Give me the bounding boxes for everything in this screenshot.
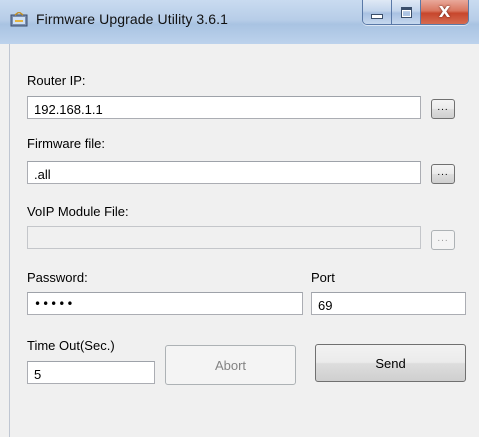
- window-title: Firmware Upgrade Utility 3.6.1: [36, 11, 229, 27]
- minimize-icon: [371, 13, 383, 19]
- password-value: •••••: [34, 297, 75, 311]
- title-bar[interactable]: Firmware Upgrade Utility 3.6.1 X: [0, 0, 479, 44]
- close-button[interactable]: X: [420, 0, 468, 24]
- abort-button[interactable]: Abort: [165, 345, 296, 385]
- dialog-body: Router IP: ... Firmware file: ... VoIP M…: [9, 44, 479, 437]
- firmware-file-browse-button[interactable]: ...: [431, 164, 455, 184]
- app-icon: [10, 11, 28, 28]
- send-button[interactable]: Send: [315, 344, 466, 382]
- port-input[interactable]: [311, 292, 466, 315]
- close-icon: X: [438, 3, 451, 21]
- voip-module-file-browse-button: ...: [431, 230, 455, 250]
- voip-module-file-input: [27, 226, 421, 249]
- timeout-input[interactable]: [27, 361, 155, 384]
- firmware-file-input[interactable]: [27, 161, 421, 184]
- timeout-label: Time Out(Sec.): [27, 338, 115, 353]
- port-label: Port: [311, 270, 335, 285]
- router-ip-browse-button[interactable]: ...: [431, 99, 455, 119]
- abort-button-label: Abort: [214, 357, 247, 373]
- browse-label: ...: [437, 166, 449, 178]
- send-button-label: Send: [375, 355, 406, 371]
- browse-label: ...: [437, 232, 449, 244]
- maximize-button[interactable]: [391, 0, 420, 24]
- password-input[interactable]: •••••: [27, 292, 303, 315]
- minimize-button[interactable]: [363, 0, 391, 24]
- password-label: Password:: [27, 270, 88, 285]
- firmware-file-label: Firmware file:: [27, 136, 106, 151]
- maximize-icon: [400, 6, 412, 18]
- router-ip-input[interactable]: [27, 96, 421, 119]
- browse-label: ...: [437, 101, 449, 113]
- main-window: Firmware Upgrade Utility 3.6.1 X Router …: [0, 0, 479, 437]
- router-ip-label: Router IP:: [27, 73, 86, 88]
- voip-module-file-label: VoIP Module File:: [27, 204, 129, 219]
- window-controls: X: [362, 0, 469, 25]
